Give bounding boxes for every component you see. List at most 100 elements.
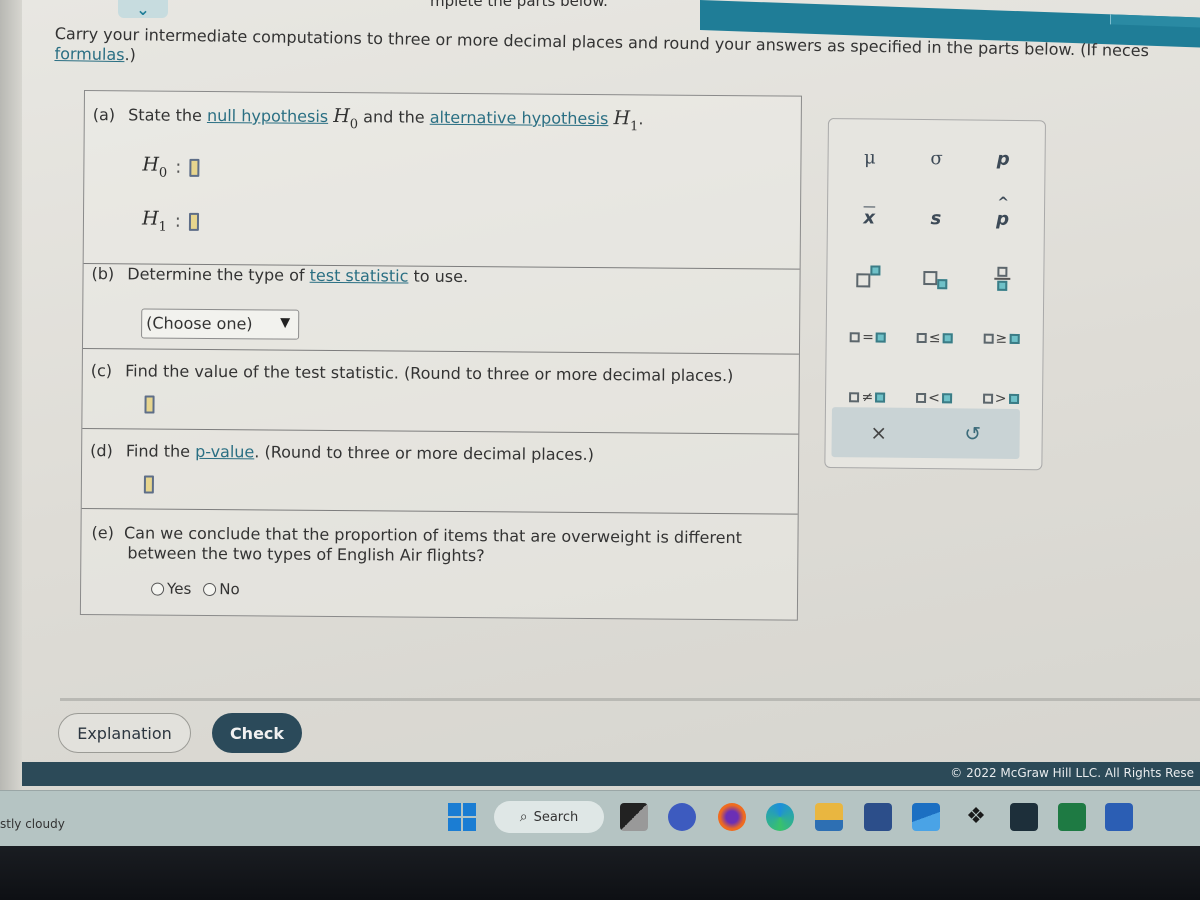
p-value-link[interactable]: p-value — [195, 442, 254, 461]
prompt-text: State the — [128, 105, 202, 125]
palette-grid: μ σ p x s ^ p = ≤ ≥ ≠ < > — [826, 119, 1045, 429]
prompt-text: Can we conclude that the proportion of i… — [123, 523, 743, 566]
p-hat-button[interactable]: ^ p — [969, 188, 1036, 249]
excel-icon[interactable] — [1058, 803, 1086, 831]
sub-box — [937, 279, 948, 290]
h1-symbol: H1 — [613, 107, 638, 134]
x-bar-button[interactable]: x — [836, 187, 903, 248]
radio-no[interactable]: No — [203, 580, 240, 598]
colon: : — [175, 156, 182, 178]
greater-equal-button[interactable]: ≥ — [968, 308, 1035, 369]
p-glyph: p — [996, 208, 1010, 230]
subscript: 1 — [629, 119, 639, 135]
s-button[interactable]: s — [902, 188, 969, 249]
radio-yes[interactable]: Yes — [151, 580, 191, 598]
period: . — [638, 109, 644, 129]
part-c: (c) Find the value of the test statistic… — [82, 348, 799, 435]
prompt-text: Find the value of the test statistic. (R… — [125, 361, 734, 386]
h1-input[interactable] — [188, 212, 199, 231]
right-box — [1009, 333, 1020, 345]
part-label: (c) — [90, 361, 113, 381]
greater-equal-icon: ≥ — [995, 330, 1008, 347]
less-equal-icon: ≤ — [928, 330, 941, 347]
colon: : — [174, 210, 181, 232]
base-box — [923, 271, 938, 286]
search-icon: ⌕ — [519, 809, 528, 825]
taskbar-search[interactable]: ⌕ Search — [494, 801, 604, 833]
undo-button[interactable]: ↺ — [964, 421, 981, 445]
firefox-icon[interactable] — [718, 803, 746, 831]
p-value-input[interactable] — [143, 475, 154, 494]
mu-icon: μ — [863, 146, 876, 169]
test-statistic-select[interactable]: (Choose one) ▼ — [141, 308, 300, 340]
weather-widget[interactable]: stly cloudy — [0, 817, 65, 831]
p-button[interactable]: p — [970, 128, 1037, 189]
intro-text: mplete the parts below. — [430, 0, 608, 10]
right-box — [941, 393, 952, 404]
teams-meet-icon[interactable] — [668, 803, 696, 831]
microsoft-store-icon[interactable] — [864, 803, 892, 831]
denominator-box — [996, 280, 1007, 291]
sigma-button[interactable]: σ — [903, 128, 970, 189]
hat-glyph: ^ — [997, 194, 1010, 211]
null-hypothesis-link[interactable]: null hypothesis — [207, 106, 328, 126]
test-statistic-input[interactable] — [144, 395, 155, 414]
h1-row: H1 : — [141, 207, 199, 235]
test-statistic-link[interactable]: test statistic — [310, 266, 409, 286]
palette-actions: × ↺ — [831, 407, 1020, 460]
word-icon[interactable] — [1105, 803, 1133, 831]
alternative-hypothesis-link[interactable]: alternative hypothesis — [430, 108, 609, 128]
symbol: H — [142, 153, 160, 176]
radio-circle-icon[interactable] — [151, 582, 165, 596]
symbol: H — [333, 104, 350, 128]
monitor-bezel — [0, 846, 1200, 900]
equals-button[interactable]: = — [834, 307, 901, 368]
part-label: (e) — [91, 523, 114, 543]
file-explorer-icon[interactable] — [815, 803, 843, 831]
radio-label: No — [219, 580, 240, 599]
symbol: H — [613, 107, 631, 130]
left-box — [849, 392, 860, 403]
right-box — [875, 332, 886, 343]
part-label: (a) — [92, 105, 116, 125]
equals-icon: = — [862, 329, 874, 346]
mail-icon[interactable] — [912, 803, 940, 831]
dropbox-icon[interactable]: ❖ — [962, 803, 990, 831]
collapse-chevron-button[interactable]: ⌄ — [118, 0, 168, 19]
right-box — [875, 392, 886, 403]
edge-icon[interactable] — [766, 803, 794, 831]
mu-button[interactable]: μ — [836, 127, 903, 188]
radio-label: Yes — [167, 579, 192, 598]
s-icon: s — [930, 207, 942, 229]
numerator-box — [997, 266, 1008, 277]
app-tile-icon[interactable] — [1010, 803, 1038, 831]
windows-logo-icon — [463, 818, 476, 831]
fraction-button[interactable] — [968, 248, 1035, 309]
browser-page: ⌄ mplete the parts below. Carry your int… — [0, 0, 1200, 790]
subscript-button[interactable] — [902, 248, 969, 309]
sigma-icon: σ — [930, 147, 943, 169]
fraction-icon — [993, 266, 1010, 291]
explanation-button[interactable]: Explanation — [58, 713, 191, 753]
footer-bar: © 2022 McGraw Hill LLC. All Rights Rese — [22, 762, 1200, 786]
h0-label: H0 — [142, 153, 167, 180]
close-icon: × — [870, 420, 888, 445]
prompt-text: . (Round to three or more decimal places… — [254, 442, 594, 465]
less-equal-button[interactable]: ≤ — [901, 308, 968, 369]
start-button[interactable] — [448, 803, 476, 831]
formulas-link[interactable]: formulas — [54, 44, 124, 64]
x-bar-icon: x — [863, 206, 876, 228]
h0-input[interactable] — [189, 158, 200, 177]
left-box — [916, 332, 927, 344]
superscript-button[interactable] — [835, 247, 902, 308]
task-view-icon[interactable] — [620, 803, 648, 831]
symbol: H — [141, 207, 159, 230]
math-palette: μ σ p x s ^ p = ≤ ≥ ≠ < > × ↺ — [824, 118, 1046, 471]
part-a-prompt: (a) State the null hypothesis H0 and the… — [85, 91, 801, 136]
radio-circle-icon[interactable] — [203, 582, 217, 596]
part-b: (b) Determine the type of test statistic… — [82, 264, 800, 355]
subscript: 0 — [349, 117, 359, 133]
superscript-icon — [856, 264, 881, 290]
check-button[interactable]: Check — [212, 713, 302, 753]
clear-button[interactable]: × — [870, 420, 887, 444]
